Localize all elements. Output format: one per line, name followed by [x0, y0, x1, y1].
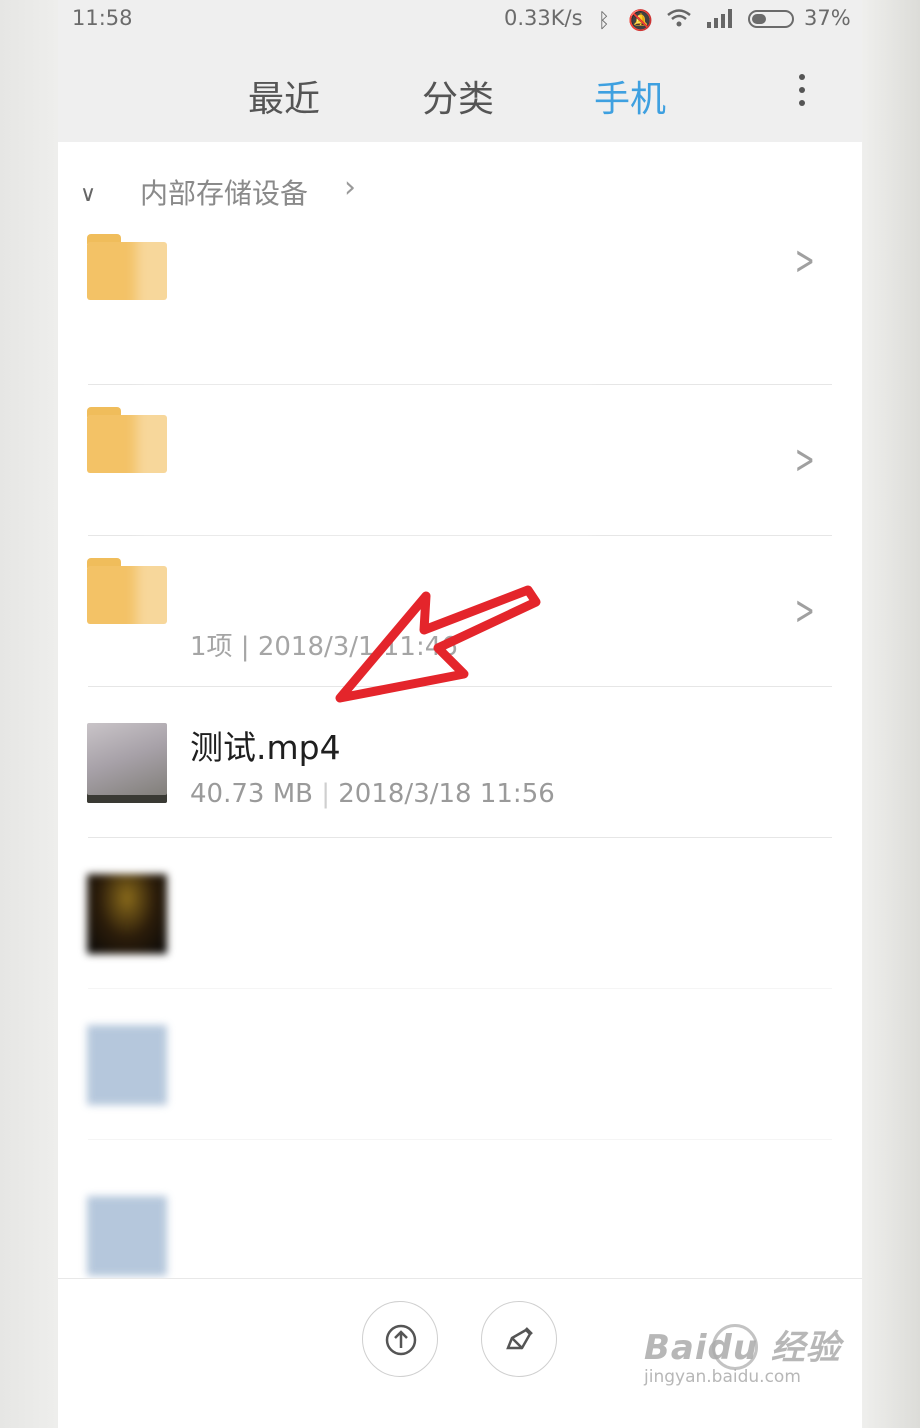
watermark-site: jingyan.baidu.com — [644, 1367, 801, 1387]
breadcrumb: ∨ 内部存储设备 › — [58, 142, 862, 234]
blur-overlay — [136, 224, 596, 334]
mute-icon: 🔕 — [628, 8, 653, 32]
blur-overlay — [136, 385, 596, 535]
chevron-right-icon: › — [344, 170, 356, 205]
chevron-right-icon: > — [794, 437, 815, 483]
file-size: 40.73 MB — [190, 779, 313, 809]
network-speed: 0.33K/s — [504, 6, 583, 30]
list-item[interactable]: > — [58, 224, 862, 385]
bluetooth-icon: ᛒ — [598, 8, 610, 32]
list-item[interactable] — [58, 838, 862, 989]
watermark-brand: Baidu 经验 — [644, 1328, 841, 1368]
red-arrow-annotation — [335, 585, 541, 703]
more-menu-icon[interactable] — [794, 74, 810, 114]
battery-percent: 37% — [804, 6, 851, 30]
file-list: > > 1项 | 2018/3/1 11:46 > 测试.mp4 40.73 M… — [58, 224, 862, 1330]
watermark: Baidu 经验 jingyan.baidu.com — [644, 1320, 841, 1387]
battery-icon — [748, 10, 794, 28]
page-background-right — [862, 0, 920, 1428]
list-item[interactable]: > — [58, 385, 862, 536]
clean-button[interactable] — [481, 1301, 557, 1377]
chevron-right-icon: > — [794, 238, 815, 284]
file-date: 2018/3/18 11:56 — [338, 779, 555, 809]
file-meta: 40.73 MB | 2018/3/18 11:56 — [190, 779, 555, 809]
upload-icon — [363, 1302, 439, 1378]
broom-icon — [482, 1302, 558, 1378]
status-bar: 11:58 0.33K/s ᛒ 🔕 37% — [58, 0, 862, 40]
document-icon — [87, 1196, 167, 1276]
top-tab-bar: 最近 分类 手机 — [58, 40, 862, 143]
tab-phone[interactable]: 手机 — [594, 70, 666, 122]
document-icon — [87, 1025, 167, 1105]
status-time: 11:58 — [72, 6, 133, 30]
file-name: 测试.mp4 — [190, 728, 341, 767]
video-thumbnail — [87, 723, 167, 803]
tab-recent[interactable]: 最近 — [248, 70, 320, 122]
chevron-right-icon: > — [794, 588, 815, 634]
signal-icon — [706, 8, 736, 33]
tab-category[interactable]: 分类 — [422, 70, 494, 122]
wifi-icon — [666, 8, 692, 33]
page-background-left — [0, 0, 58, 1428]
phone-screen: 11:58 0.33K/s ᛒ 🔕 37% 最近 分类 手机 ∨ 内部存储设备 … — [58, 0, 862, 1428]
list-item[interactable] — [58, 989, 862, 1140]
breadcrumb-path[interactable]: 内部存储设备 — [140, 172, 308, 212]
upload-button[interactable] — [362, 1301, 438, 1377]
file-thumbnail — [87, 874, 167, 954]
collapse-chevron-icon[interactable]: ∨ — [80, 182, 96, 207]
